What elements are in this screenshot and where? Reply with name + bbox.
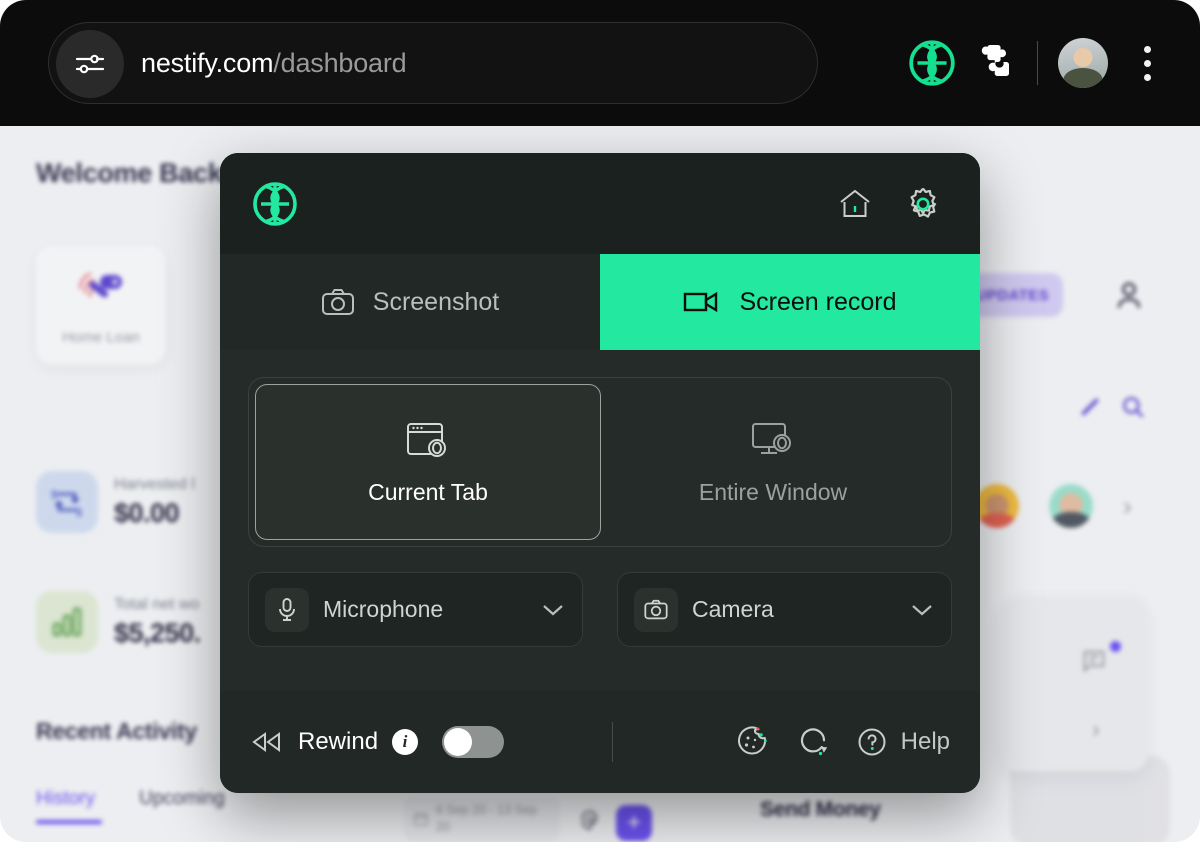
avatar-row: › <box>975 484 1132 528</box>
video-camera-icon <box>683 289 721 315</box>
avatar[interactable] <box>975 484 1019 528</box>
device-selectors: Microphone Camera <box>248 572 952 647</box>
monitor-record-icon <box>749 419 797 461</box>
sliders-icon[interactable] <box>56 30 124 98</box>
stat-value: $0.00 <box>114 497 180 528</box>
stat-networth: Total net wo $5,250. <box>36 591 201 653</box>
profile-avatar[interactable] <box>1058 38 1108 88</box>
active-tab-underline <box>36 820 102 824</box>
avatar[interactable] <box>1049 484 1093 528</box>
microphone-select[interactable]: Microphone <box>248 572 583 647</box>
footer-divider <box>612 722 614 762</box>
kebab-menu-icon[interactable] <box>1116 32 1178 94</box>
puzzle-piece-icon[interactable] <box>963 32 1025 94</box>
search-icon[interactable] <box>1120 394 1146 420</box>
home-loan-label: Home Loan <box>62 329 140 346</box>
date-range-label: 6 Sep 20 - 13 Sep 20 <box>436 803 537 834</box>
stat-label: Total net wo <box>114 595 200 613</box>
url-path: /dashboard <box>273 47 407 78</box>
camera-select[interactable]: Camera <box>617 572 952 647</box>
calendar-icon <box>413 811 429 827</box>
camera-label: Camera <box>692 596 774 622</box>
tab-screenshot[interactable]: Screenshot <box>220 254 600 350</box>
source-option-entire-window[interactable]: Entire Window <box>601 384 945 540</box>
rewind-control: Rewind i <box>250 726 505 758</box>
transfer-icon: $ $ <box>36 471 98 533</box>
tab-history[interactable]: History <box>36 788 95 810</box>
updates-badge-label: UPDATES <box>975 286 1049 304</box>
browser-chrome: nestify.com/dashboard <box>0 0 1200 126</box>
rewind-label: Rewind <box>298 728 379 755</box>
home-loan-card[interactable]: Home Loan <box>36 246 166 364</box>
svg-text:$: $ <box>51 489 57 501</box>
chevron-right-icon[interactable]: › <box>1092 716 1100 744</box>
settings-gear-icon[interactable] <box>578 808 602 832</box>
extension-footer: Rewind i Help <box>220 691 980 793</box>
chat-icon <box>1080 646 1108 674</box>
info-icon[interactable]: i <box>392 729 419 755</box>
key-icon <box>74 266 128 312</box>
tab-screen-record-label: Screen record <box>739 287 897 316</box>
messages-card[interactable]: › <box>1000 596 1148 771</box>
page-title: Welcome Back <box>36 158 223 188</box>
capture-source-group: Current Tab Entire Window <box>248 377 952 547</box>
microphone-label: Microphone <box>323 596 444 622</box>
nestify-logo-icon <box>250 179 300 229</box>
chevron-right-icon[interactable]: › <box>1123 491 1132 522</box>
refresh-icon[interactable] <box>796 725 830 759</box>
activity-tabs: History Upcoming <box>36 788 225 810</box>
date-range-picker[interactable]: 6 Sep 20 - 13 Sep 20 <box>404 797 560 841</box>
extension-body: Current Tab Entire Window Microphone Cam… <box>220 350 980 647</box>
footer-actions: Help <box>734 724 950 760</box>
edit-pencil-icon[interactable] <box>1077 394 1103 420</box>
nestify-logo-icon[interactable] <box>901 32 963 94</box>
recent-activity-title: Recent Activity <box>36 718 197 744</box>
home-icon[interactable] <box>834 183 876 225</box>
tab-screenshot-label: Screenshot <box>372 287 500 316</box>
source-option-current-tab[interactable]: Current Tab <box>255 384 601 540</box>
screen-recorder-extension-panel: Screenshot Screen record Current Tab Ent… <box>220 153 980 793</box>
browser-actions <box>901 0 1178 126</box>
cookie-icon[interactable] <box>734 724 770 760</box>
camera-icon <box>321 287 355 317</box>
extension-header-actions <box>834 183 944 225</box>
send-money-title: Send Money <box>760 798 881 821</box>
rewind-icon[interactable] <box>250 730 284 754</box>
stat-harvested: $ $ Harvested l $0.00 <box>36 471 195 533</box>
avatar-body <box>1063 68 1103 88</box>
gear-icon[interactable] <box>902 183 944 225</box>
chevron-down-icon <box>909 602 935 618</box>
rewind-toggle[interactable] <box>442 726 505 758</box>
stat-label: Harvested l <box>114 475 195 493</box>
camera-icon <box>634 587 678 632</box>
address-bar[interactable]: nestify.com/dashboard <box>48 22 818 104</box>
person-icon[interactable] <box>1112 278 1146 312</box>
browser-window-record-icon <box>404 419 452 461</box>
microphone-icon <box>265 587 309 632</box>
tab-screen-record[interactable]: Screen record <box>600 254 980 350</box>
toggle-knob <box>444 728 473 756</box>
extension-header <box>220 153 980 254</box>
source-option-label: Entire Window <box>698 478 848 505</box>
help-button[interactable]: Help <box>856 726 950 758</box>
tab-upcoming[interactable]: Upcoming <box>139 788 225 810</box>
svg-text:$: $ <box>76 507 82 519</box>
help-label: Help <box>900 728 950 755</box>
url-text: nestify.com/dashboard <box>141 23 407 103</box>
notification-dot <box>1110 641 1121 652</box>
chevron-down-icon <box>540 602 566 618</box>
chrome-divider <box>1037 41 1038 85</box>
avatar-head <box>1073 48 1093 67</box>
question-circle-icon <box>856 726 888 758</box>
capture-mode-tabs: Screenshot Screen record <box>220 254 980 350</box>
bar-chart-icon <box>36 591 98 653</box>
source-option-label: Current Tab <box>368 478 488 505</box>
url-domain: nestify.com <box>141 47 274 78</box>
add-button[interactable]: + <box>616 805 652 841</box>
stat-value: $5,250. <box>114 617 201 648</box>
